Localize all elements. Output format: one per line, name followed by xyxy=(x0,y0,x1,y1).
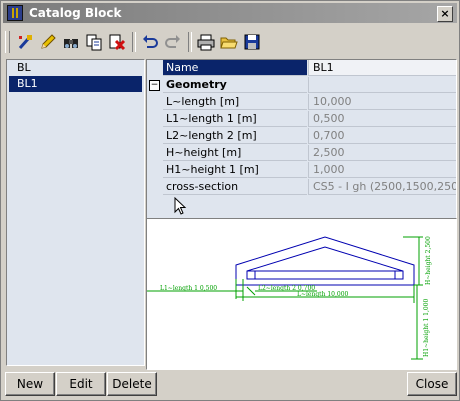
property-value[interactable]: 2,500 xyxy=(308,145,456,161)
toolbar-separator xyxy=(132,32,136,52)
property-row[interactable]: L~length [m] 10,000 xyxy=(147,94,456,111)
mouse-pointer-icon xyxy=(174,197,187,215)
property-row[interactable]: L2~length 2 [m] 0,700 xyxy=(147,128,456,145)
property-name: L1~length 1 [m] xyxy=(163,111,307,127)
collapse-icon[interactable]: − xyxy=(149,80,160,91)
property-name: H1~height 1 [m] xyxy=(163,162,307,178)
print-icon[interactable] xyxy=(195,31,217,53)
catalog-block-window: Catalog Block × BL BL1 Name BL1 − Geomet… xyxy=(0,0,460,401)
property-value[interactable]: 0,700 xyxy=(308,128,456,144)
property-name: L2~length 2 [m] xyxy=(163,128,307,144)
close-button[interactable]: Close xyxy=(407,372,457,396)
property-row[interactable]: L1~length 1 [m] 0,500 xyxy=(147,111,456,128)
pencil-icon[interactable] xyxy=(37,31,59,53)
property-value[interactable]: CS5 - I gh (2500,1500,250,... xyxy=(308,179,456,195)
toolbar-separator xyxy=(188,32,192,52)
property-value[interactable]: 1,000 xyxy=(308,162,456,178)
dim-label-h: H~height 2,500 xyxy=(425,236,432,285)
property-value[interactable]: 0,500 xyxy=(308,111,456,127)
dim-label-l1: L1~length 1 0,500 xyxy=(160,285,217,292)
property-header-row[interactable]: Name BL1 xyxy=(147,60,456,77)
copy-icon[interactable] xyxy=(83,31,105,53)
binoculars-icon[interactable] xyxy=(60,31,82,53)
property-row[interactable]: H~height [m] 2,500 xyxy=(147,145,456,162)
new-button[interactable]: New xyxy=(5,372,55,396)
delete-button[interactable]: Delete xyxy=(107,372,157,396)
property-value[interactable]: 10,000 xyxy=(308,94,456,110)
block-drawing-svg: L1~length 1 0,500 L2~length 2 0,700 L~le… xyxy=(147,236,432,360)
list-item[interactable]: BL xyxy=(7,60,144,76)
window-title: Catalog Block xyxy=(29,6,122,20)
delete-icon[interactable] xyxy=(106,31,128,53)
property-name: Name xyxy=(163,60,307,76)
property-row[interactable]: cross-section CS5 - I gh (2500,1500,250,… xyxy=(147,179,456,196)
block-preview-drawing: L1~length 1 0,500 L2~length 2 0,700 L~le… xyxy=(146,218,457,370)
save-icon[interactable] xyxy=(241,31,263,53)
toolbar xyxy=(5,27,455,57)
property-group-label: Geometry xyxy=(163,77,307,93)
block-inner-outline xyxy=(246,246,404,280)
edit-button[interactable]: Edit xyxy=(56,372,106,396)
toolbar-grip[interactable] xyxy=(5,31,10,53)
close-window-button[interactable]: × xyxy=(437,6,453,22)
property-row[interactable]: H1~height 1 [m] 1,000 xyxy=(147,162,456,179)
property-name: L~length [m] xyxy=(163,94,307,110)
list-item-selected[interactable]: BL1 xyxy=(9,76,142,92)
title-bar: Catalog Block × xyxy=(3,3,457,23)
name-value-field[interactable]: BL1 xyxy=(308,60,456,76)
wand-icon[interactable] xyxy=(14,31,36,53)
property-name: cross-section xyxy=(163,179,307,195)
block-outline xyxy=(235,236,415,286)
undo-icon[interactable] xyxy=(139,31,161,53)
property-group-geometry[interactable]: − Geometry xyxy=(147,77,456,94)
app-icon xyxy=(7,5,23,21)
property-name: H~height [m] xyxy=(163,145,307,161)
redo-icon[interactable] xyxy=(162,31,184,53)
dim-label-l: L~length 10,000 xyxy=(297,291,349,298)
block-list[interactable]: BL BL1 xyxy=(6,59,145,366)
open-folder-icon[interactable] xyxy=(218,31,240,53)
dim-label-h1: H1~height 1 1,000 xyxy=(423,298,430,357)
property-grid: Name BL1 − Geometry L~length [m] 10,000 … xyxy=(146,59,457,219)
